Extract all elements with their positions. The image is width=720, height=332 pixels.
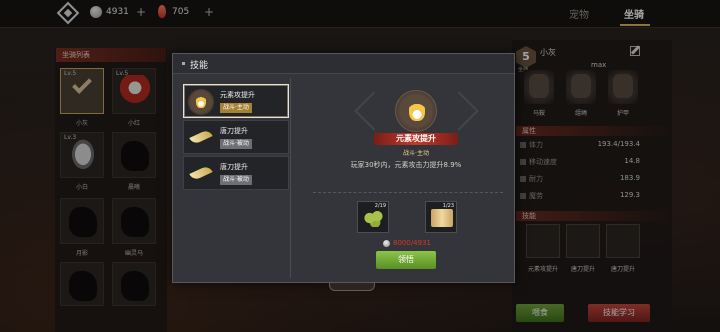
cost-count: 1/23 <box>442 203 454 209</box>
skill-name: 唐刀提升 <box>220 127 248 135</box>
selected-skill-flame-icon <box>395 90 437 132</box>
skill-card-3[interactable]: 唐刀提升 战斗·被动 <box>183 156 289 190</box>
cost-item-scroll[interactable]: 1/23 <box>425 201 457 233</box>
learn-price: 8000/4931 <box>393 239 431 247</box>
modal-title: 技能 <box>190 61 209 71</box>
skill-card-1[interactable]: 元素攻提升 战斗·主动 <box>183 84 289 118</box>
silver-coin-icon <box>383 240 390 247</box>
skill-tag: 战斗·主动 <box>220 103 252 113</box>
selected-skill-name: 元素攻提升 <box>374 133 458 145</box>
flame-icon <box>188 89 214 115</box>
skill-name: 元素攻提升 <box>220 91 255 99</box>
skill-card-2[interactable]: 唐刀提升 战斗·被动 <box>183 120 289 154</box>
skill-modal: 技能 元素攻提升 战斗·主动 唐刀提升 战斗·被动 唐刀提升 战斗·被动 元素攻… <box>172 53 515 283</box>
decor-chevron-right <box>439 91 479 131</box>
cost-item-beans[interactable]: 2/19 <box>357 201 389 233</box>
skill-name: 唐刀提升 <box>220 163 248 171</box>
modal-title-bar: 技能 <box>173 54 514 74</box>
title-bullet-icon <box>182 62 185 65</box>
skill-tag: 战斗·被动 <box>220 175 252 185</box>
selected-skill-type: 战斗·主动 <box>403 150 429 157</box>
comprehend-button[interactable]: 领悟 <box>376 251 436 269</box>
beans-icon <box>363 209 385 227</box>
decor-chevron-left <box>354 91 394 131</box>
scroll-icon <box>431 209 453 227</box>
selected-skill-description: 玩家30秒内，元素攻击力提升8.9% <box>350 161 462 169</box>
modal-bottom-decoration <box>329 283 375 291</box>
skill-list: 元素攻提升 战斗·主动 唐刀提升 战斗·被动 唐刀提升 战斗·被动 <box>179 78 291 278</box>
skill-tag: 战斗·被动 <box>220 139 252 149</box>
cost-count: 2/19 <box>374 203 386 209</box>
blade-icon <box>188 161 214 187</box>
blade-icon <box>188 125 214 151</box>
divider <box>313 192 503 193</box>
